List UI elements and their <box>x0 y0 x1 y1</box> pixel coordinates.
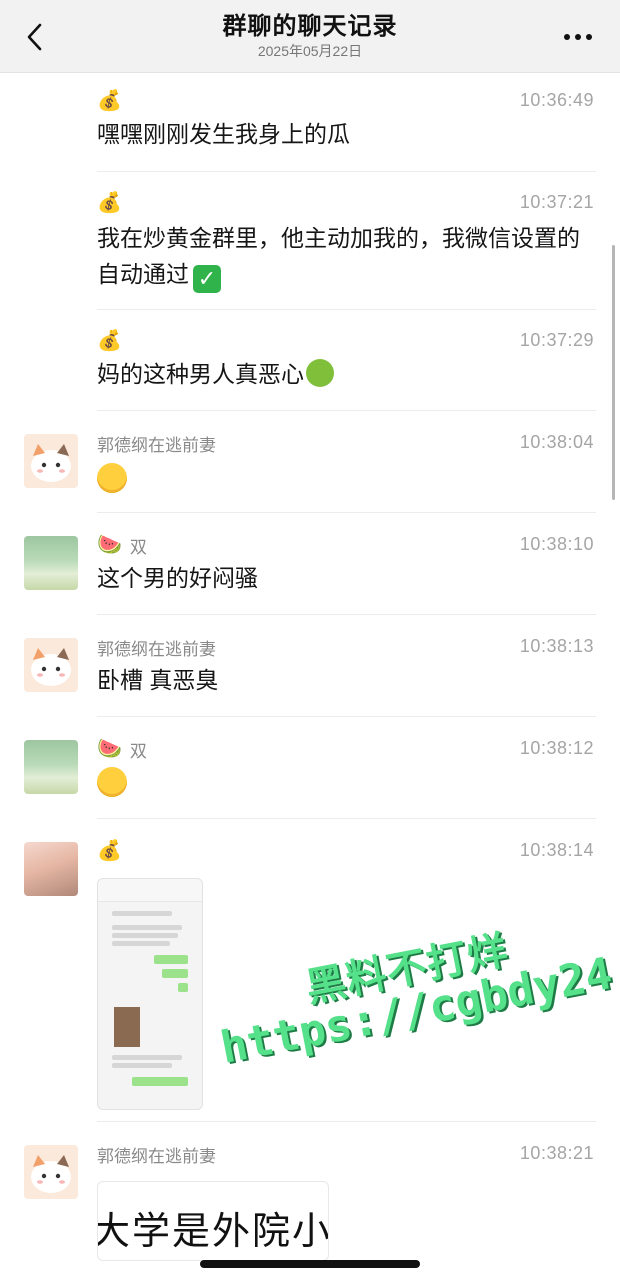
message-text: 我在炒黄金群里，他主动加我的，我微信设置的自动通过 <box>97 225 580 287</box>
text-image-content: 大学是外院小 <box>97 1209 329 1253</box>
message-divider <box>97 171 596 172</box>
message-text[interactable]: 这个男的好闷骚 <box>97 560 586 596</box>
avatar[interactable] <box>24 434 78 488</box>
message-time: 10:38:14 <box>519 840 594 860</box>
chat-message: 🍉 双 10:38:12 <box>0 736 620 818</box>
message-divider <box>97 309 596 310</box>
message-time: 10:37:21 <box>519 192 594 212</box>
cat-avatar-icon <box>31 444 71 482</box>
message-time: 10:36:49 <box>519 90 594 110</box>
nauseated-face-emoji <box>306 359 334 387</box>
message-divider <box>97 818 596 819</box>
chat-message: 郭德纲在逃前妻 10:38:13 卧槽 真恶臭 <box>0 634 620 716</box>
chat-screenshot-image[interactable] <box>97 878 203 1110</box>
message-divider <box>97 716 596 717</box>
cat-avatar-icon <box>31 648 71 686</box>
message-time: 10:38:04 <box>519 432 594 452</box>
message-text: 妈的这种男人真恶心 <box>97 361 304 387</box>
sender-name: 双 <box>129 537 147 557</box>
avatar[interactable] <box>24 740 78 794</box>
message-time: 10:37:29 <box>519 330 594 350</box>
message-time: 10:38:10 <box>519 534 594 554</box>
avatar[interactable] <box>24 638 78 692</box>
chat-message: 郭德纲在逃前妻 10:38:04 <box>0 430 620 512</box>
money-bag-emoji: 💰 <box>97 192 122 214</box>
page-date: 2025年05月22日 <box>257 43 363 59</box>
sender-name: 郭德纲在逃前妻 <box>97 1146 216 1166</box>
check-mark-emoji: ✓ <box>193 265 221 293</box>
message-time: 10:38:13 <box>519 636 594 656</box>
avatar[interactable] <box>24 842 78 896</box>
message-text[interactable]: 嘿嘿刚刚发生我身上的瓜 <box>97 116 586 152</box>
cat-avatar-icon <box>31 1155 71 1193</box>
money-bag-emoji: 💰 <box>97 90 122 112</box>
sender-name: 郭德纲在逃前妻 <box>97 435 216 455</box>
chevron-left-icon <box>27 23 42 51</box>
tears-of-joy-emoji[interactable] <box>97 767 127 797</box>
message-divider <box>97 512 596 513</box>
message-text-wrap[interactable]: 妈的这种男人真恶心 <box>97 356 586 392</box>
message-text[interactable]: 卧槽 真恶臭 <box>97 662 586 698</box>
watermelon-emoji: 🍉 <box>97 534 122 556</box>
message-divider <box>97 1121 596 1122</box>
message-divider <box>97 410 596 411</box>
back-button[interactable] <box>18 20 52 54</box>
chat-message: 💰 10:36:49 嘿嘿刚刚发生我身上的瓜 <box>0 88 620 172</box>
more-dots-icon <box>564 34 570 40</box>
message-divider <box>97 614 596 615</box>
message-time: 10:38:21 <box>519 1143 594 1163</box>
chat-message: 💰 10:37:21 我在炒黄金群里，他主动加我的，我微信设置的自动通过 ✓ <box>0 190 620 310</box>
chat-message: 🍉 双 10:38:10 这个男的好闷骚 <box>0 532 620 614</box>
home-indicator[interactable] <box>200 1260 420 1268</box>
money-bag-emoji: 💰 <box>97 840 122 862</box>
page-title: 群聊的聊天记录 <box>222 13 398 40</box>
sender-name: 郭德纲在逃前妻 <box>97 639 216 659</box>
message-time: 10:38:12 <box>519 738 594 758</box>
astonished-emoji[interactable] <box>97 463 127 493</box>
sender-name: 双 <box>129 741 147 761</box>
message-text-wrap[interactable]: 我在炒黄金群里，他主动加我的，我微信设置的自动通过 ✓ <box>97 220 586 293</box>
chat-message: 💰 10:37:29 妈的这种男人真恶心 <box>0 328 620 410</box>
avatar[interactable] <box>24 1145 78 1199</box>
more-button[interactable] <box>558 22 598 52</box>
scrollbar[interactable] <box>612 245 615 500</box>
money-bag-emoji: 💰 <box>97 330 122 352</box>
watermelon-emoji: 🍉 <box>97 738 122 760</box>
text-image[interactable]: 大学是外院小 <box>97 1181 329 1261</box>
chat-message: 郭德纲在逃前妻 10:38:21 大学是外院小 <box>0 1141 620 1261</box>
avatar[interactable] <box>24 536 78 590</box>
chat-history-header: 群聊的聊天记录 2025年05月22日 <box>0 0 620 73</box>
